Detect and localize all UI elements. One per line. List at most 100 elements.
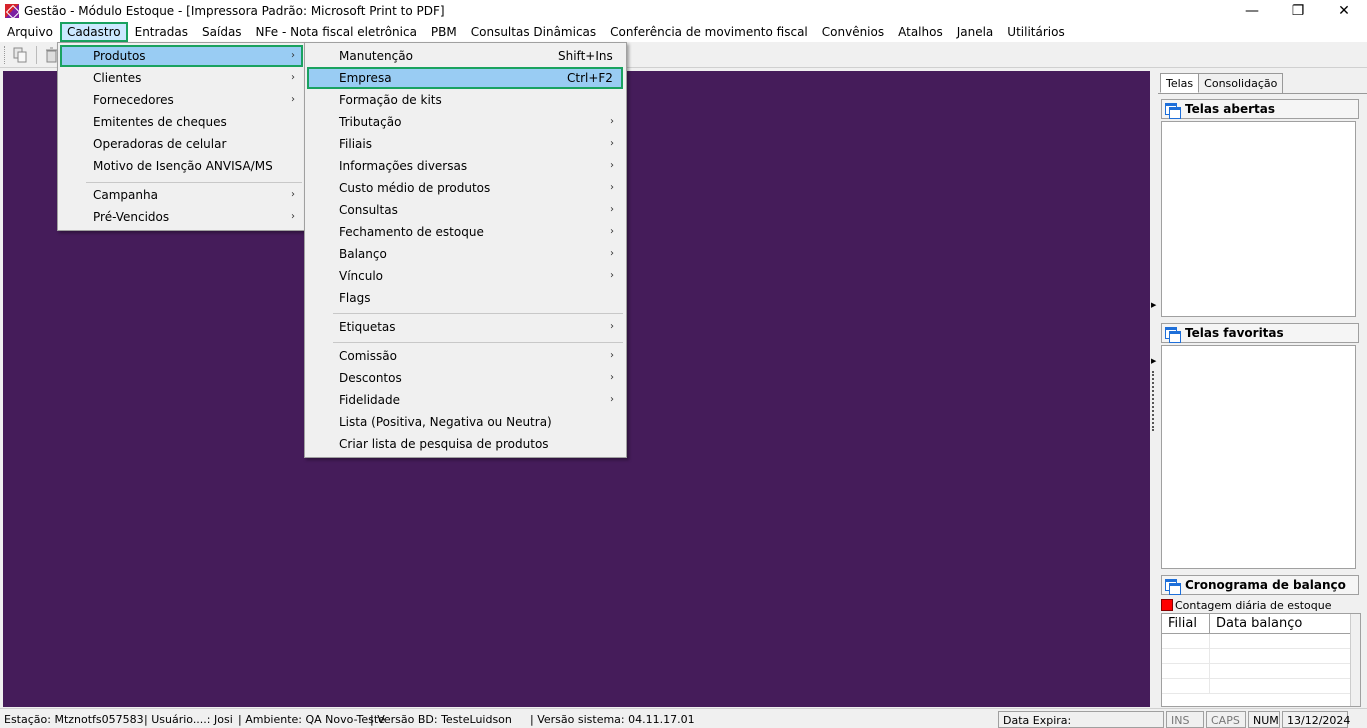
menu-item-tributacao[interactable]: Tributação › — [307, 111, 625, 133]
telas-abertas-label: Telas abertas — [1185, 102, 1275, 116]
menu-utilitarios[interactable]: Utilitários — [1000, 22, 1071, 42]
table-row — [1162, 679, 1360, 694]
menu-item-etiquetas[interactable]: Etiquetas › — [307, 316, 625, 338]
menu-item-label: Vínculo — [339, 269, 384, 283]
submenu-arrow-icon: › — [291, 50, 295, 61]
window-title: Gestão - Módulo Estoque - [Impressora Pa… — [24, 4, 445, 18]
menu-item-empresa[interactable]: Empresa Ctrl+F2 — [307, 67, 623, 89]
grid-scrollbar[interactable] — [1350, 614, 1360, 706]
telas-favoritas-list[interactable] — [1161, 345, 1356, 569]
tab-telas[interactable]: Telas — [1160, 73, 1200, 93]
menu-saidas[interactable]: Saídas — [195, 22, 249, 42]
menu-item-clientes[interactable]: Clientes › — [60, 67, 303, 89]
telas-abertas-header[interactable]: Telas abertas — [1161, 99, 1359, 119]
submenu-arrow-icon: › — [610, 204, 614, 215]
menu-item-label: Fechamento de estoque — [339, 225, 484, 239]
menu-janela[interactable]: Janela — [950, 22, 1001, 42]
menu-item-lista[interactable]: Lista (Positiva, Negativa ou Neutra) — [307, 411, 625, 433]
panel-tabs: Telas Consolidação — [1160, 73, 1284, 93]
submenu-arrow-icon: › — [610, 160, 614, 171]
menu-item-motivo-isencao[interactable]: Motivo de Isenção ANVISA/MS — [60, 155, 303, 177]
menu-convenios[interactable]: Convênios — [815, 22, 891, 42]
expand-arrow-icon[interactable]: ▶ — [1151, 357, 1156, 365]
menu-item-informacoes-diversas[interactable]: Informações diversas › — [307, 155, 625, 177]
menu-item-custo-medio[interactable]: Custo médio de produtos › — [307, 177, 625, 199]
menu-nfe[interactable]: NFe - Nota fiscal eletrônica — [249, 22, 424, 42]
menu-item-produtos[interactable]: Produtos › — [60, 45, 303, 67]
menu-item-fidelidade[interactable]: Fidelidade › — [307, 389, 625, 411]
menu-item-label: Custo médio de produtos — [339, 181, 491, 195]
maximize-button[interactable]: ❐ — [1275, 0, 1321, 22]
menu-item-label: Clientes — [93, 71, 142, 85]
status-bar: Estação: Mtznotfs057583 | Usuário....: J… — [0, 708, 1367, 728]
menu-item-pre-vencidos[interactable]: Pré-Vencidos › — [60, 206, 303, 228]
menu-item-filiais[interactable]: Filiais › — [307, 133, 625, 155]
menu-entradas[interactable]: Entradas — [128, 22, 195, 42]
balanco-grid[interactable]: Filial Data balanço — [1161, 613, 1361, 707]
windows-icon — [1165, 578, 1181, 595]
submenu-arrow-icon: › — [610, 182, 614, 193]
menu-item-flags[interactable]: Flags — [307, 287, 625, 309]
menu-item-emitentes-cheques[interactable]: Emitentes de cheques — [60, 111, 303, 133]
menu-item-comissao[interactable]: Comissão › — [307, 345, 625, 367]
submenu-arrow-icon: › — [610, 394, 614, 405]
menu-conferencia-fiscal[interactable]: Conferência de movimento fiscal — [603, 22, 815, 42]
status-ins: INS — [1166, 711, 1204, 728]
menu-atalhos[interactable]: Atalhos — [891, 22, 950, 42]
legend-label: Contagem diária de estoque — [1175, 598, 1332, 612]
menu-item-label: Balanço — [339, 247, 387, 261]
cronograma-header[interactable]: Cronograma de balanço — [1161, 575, 1359, 595]
status-ambiente: | Ambiente: QA Novo-Teste — [238, 713, 385, 726]
menu-item-fornecedores[interactable]: Fornecedores › — [60, 89, 303, 111]
menu-item-vinculo[interactable]: Vínculo › — [307, 265, 625, 287]
menu-item-label: Pré-Vencidos — [93, 210, 170, 224]
menu-item-balanco[interactable]: Balanço › — [307, 243, 625, 265]
column-header-data-balanco[interactable]: Data balanço — [1210, 614, 1351, 633]
submenu-arrow-icon: › — [610, 270, 614, 281]
menu-cadastro[interactable]: Cadastro — [59, 22, 128, 42]
menu-item-formacao-kits[interactable]: Formação de kits — [307, 89, 625, 111]
close-button[interactable]: ✕ — [1321, 0, 1367, 22]
menu-item-fechamento-estoque[interactable]: Fechamento de estoque › — [307, 221, 625, 243]
menu-item-consultas[interactable]: Consultas › — [307, 199, 625, 221]
menu-item-label: Tributação — [339, 115, 402, 129]
tab-consolidacao[interactable]: Consolidação — [1198, 73, 1284, 93]
menu-item-campanha[interactable]: Campanha › — [60, 184, 303, 206]
menu-item-criar-lista-pesquisa[interactable]: Criar lista de pesquisa de produtos — [307, 433, 625, 455]
menu-item-label: Emitentes de cheques — [93, 115, 227, 129]
copy-icon[interactable] — [12, 47, 28, 63]
menu-consultas-dinamicas[interactable]: Consultas Dinâmicas — [464, 22, 603, 42]
panel-splitter[interactable]: ▶ ▶ — [1150, 71, 1158, 707]
window-controls: — ❐ ✕ — [1229, 0, 1367, 22]
submenu-arrow-icon: › — [610, 226, 614, 237]
telas-favoritas-header[interactable]: Telas favoritas — [1161, 323, 1359, 343]
grid-header: Filial Data balanço — [1162, 614, 1360, 634]
menu-item-label: Operadoras de celular — [93, 137, 227, 151]
tab-divider — [1158, 93, 1367, 94]
menu-pbm[interactable]: PBM — [424, 22, 464, 42]
splitter-grip[interactable] — [1152, 371, 1155, 431]
submenu-arrow-icon: › — [610, 138, 614, 149]
submenu-arrow-icon: › — [610, 321, 614, 332]
toolbar-separator — [36, 46, 37, 64]
table-row — [1162, 634, 1360, 649]
menu-item-operadoras-celular[interactable]: Operadoras de celular — [60, 133, 303, 155]
toolbar-grip[interactable] — [4, 46, 7, 64]
minimize-button[interactable]: — — [1229, 0, 1275, 22]
submenu-arrow-icon: › — [291, 94, 295, 105]
menu-item-label: Fornecedores — [93, 93, 174, 107]
collapse-arrow-icon[interactable]: ▶ — [1151, 301, 1156, 309]
menu-arquivo[interactable]: Arquivo — [0, 22, 60, 42]
status-usuario: | Usuário....: Josi — [144, 713, 233, 726]
menu-item-label: Motivo de Isenção ANVISA/MS — [93, 159, 273, 173]
menu-item-descontos[interactable]: Descontos › — [307, 367, 625, 389]
column-header-filial[interactable]: Filial — [1162, 614, 1210, 633]
status-estacao: Estação: Mtznotfs057583 — [4, 713, 144, 726]
app-logo-icon — [5, 4, 19, 18]
legend-swatch — [1161, 599, 1173, 611]
menu-item-manutencao[interactable]: Manutenção Shift+Ins — [307, 45, 625, 67]
right-panel: Telas Consolidação Telas abertas Telas f… — [1158, 71, 1367, 707]
cronograma-label: Cronograma de balanço — [1185, 578, 1346, 592]
telas-abertas-list[interactable] — [1161, 121, 1356, 317]
submenu-arrow-icon: › — [610, 372, 614, 383]
